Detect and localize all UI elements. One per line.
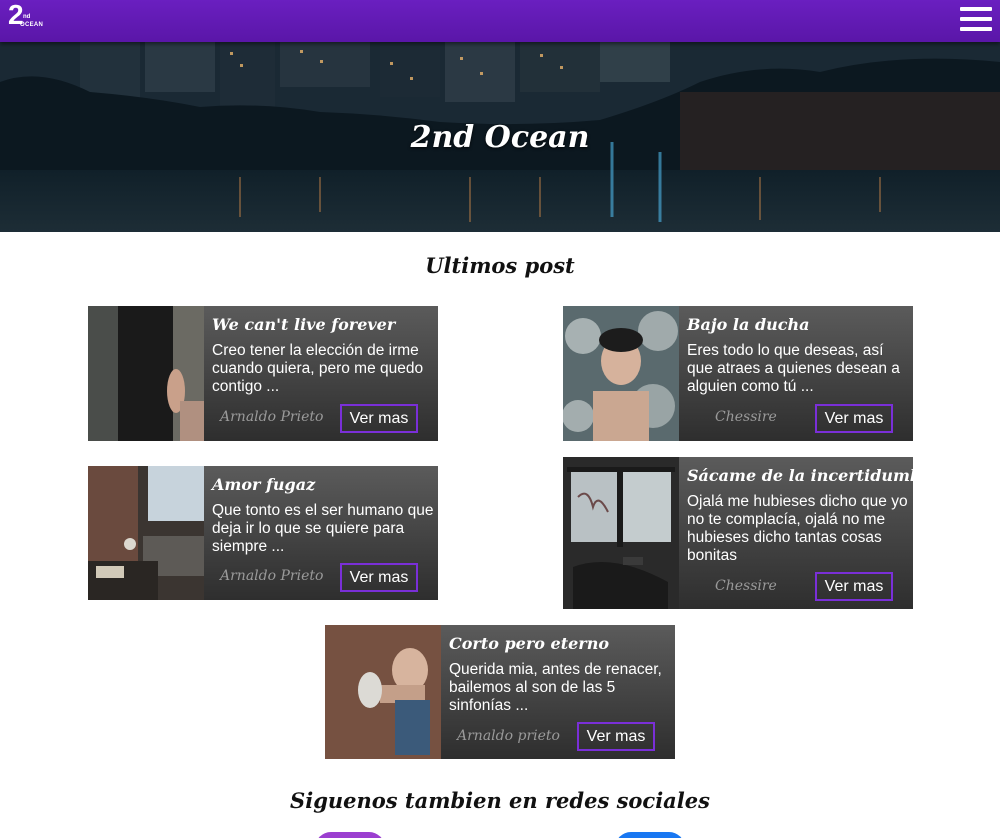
- post-excerpt: Que tonto es el ser humano que deja ir l…: [212, 502, 434, 555]
- post-title: We can't live forever: [212, 315, 396, 334]
- read-more-button[interactable]: Ver mas: [340, 404, 418, 433]
- post-thumbnail: [563, 457, 679, 609]
- post-title: Corto pero eterno: [449, 634, 609, 653]
- read-more-button[interactable]: Ver mas: [340, 563, 418, 592]
- post-thumbnail: [88, 306, 204, 441]
- read-more-button[interactable]: Ver mas: [577, 722, 655, 751]
- post-card[interactable]: Corto pero eterno Querida mia, antes de …: [325, 625, 675, 759]
- post-card[interactable]: We can't live forever Creo tener la elec…: [88, 306, 438, 441]
- hamburger-menu-icon[interactable]: [960, 7, 992, 35]
- logo-word: OCEAN: [20, 22, 44, 28]
- latest-posts-heading: Ultimos post: [425, 253, 575, 278]
- post-author: Chessire: [715, 578, 777, 594]
- post-card[interactable]: Bajo la ducha Eres todo lo que deseas, a…: [563, 306, 913, 441]
- site-logo[interactable]: 2 nd OCEAN: [8, 1, 44, 32]
- read-more-button[interactable]: Ver mas: [815, 572, 893, 601]
- post-author: Arnaldo prieto: [457, 728, 560, 744]
- post-thumbnail: [325, 625, 441, 759]
- post-thumbnail: [88, 466, 204, 600]
- post-author: Arnaldo Prieto: [220, 568, 324, 584]
- menu-bar: [960, 27, 992, 31]
- hero-title: 2nd Ocean: [410, 120, 590, 155]
- instagram-icon[interactable]: [315, 832, 385, 838]
- post-excerpt: Eres todo lo que deseas, así que atraes …: [687, 342, 900, 395]
- post-excerpt: Querida mia, antes de renacer, bailemos …: [449, 661, 662, 714]
- top-navbar: 2 nd OCEAN: [0, 0, 1000, 42]
- post-author: Chessire: [715, 409, 777, 425]
- facebook-icon[interactable]: [615, 832, 685, 838]
- post-title: Amor fugaz: [212, 475, 316, 494]
- post-thumbnail: [563, 306, 679, 441]
- post-card[interactable]: Sácame de la incertidumbre. Ojalá me hub…: [563, 457, 913, 609]
- post-excerpt: Creo tener la elección de irme cuando qu…: [212, 342, 424, 395]
- post-excerpt: Ojalá me hubieses dicho que yo no te com…: [687, 493, 908, 564]
- post-title: Bajo la ducha: [687, 315, 810, 334]
- social-heading: Siguenos tambien en redes sociales: [290, 788, 710, 813]
- menu-bar: [960, 17, 992, 21]
- read-more-button[interactable]: Ver mas: [815, 404, 893, 433]
- logo-superscript: nd: [23, 14, 31, 20]
- post-author: Arnaldo Prieto: [220, 409, 324, 425]
- post-card[interactable]: Amor fugaz Que tonto es el ser humano qu…: [88, 466, 438, 600]
- post-title: Sácame de la incertidumbre.: [687, 466, 913, 485]
- menu-bar: [960, 7, 992, 11]
- hero-banner: 2nd Ocean: [0, 42, 1000, 232]
